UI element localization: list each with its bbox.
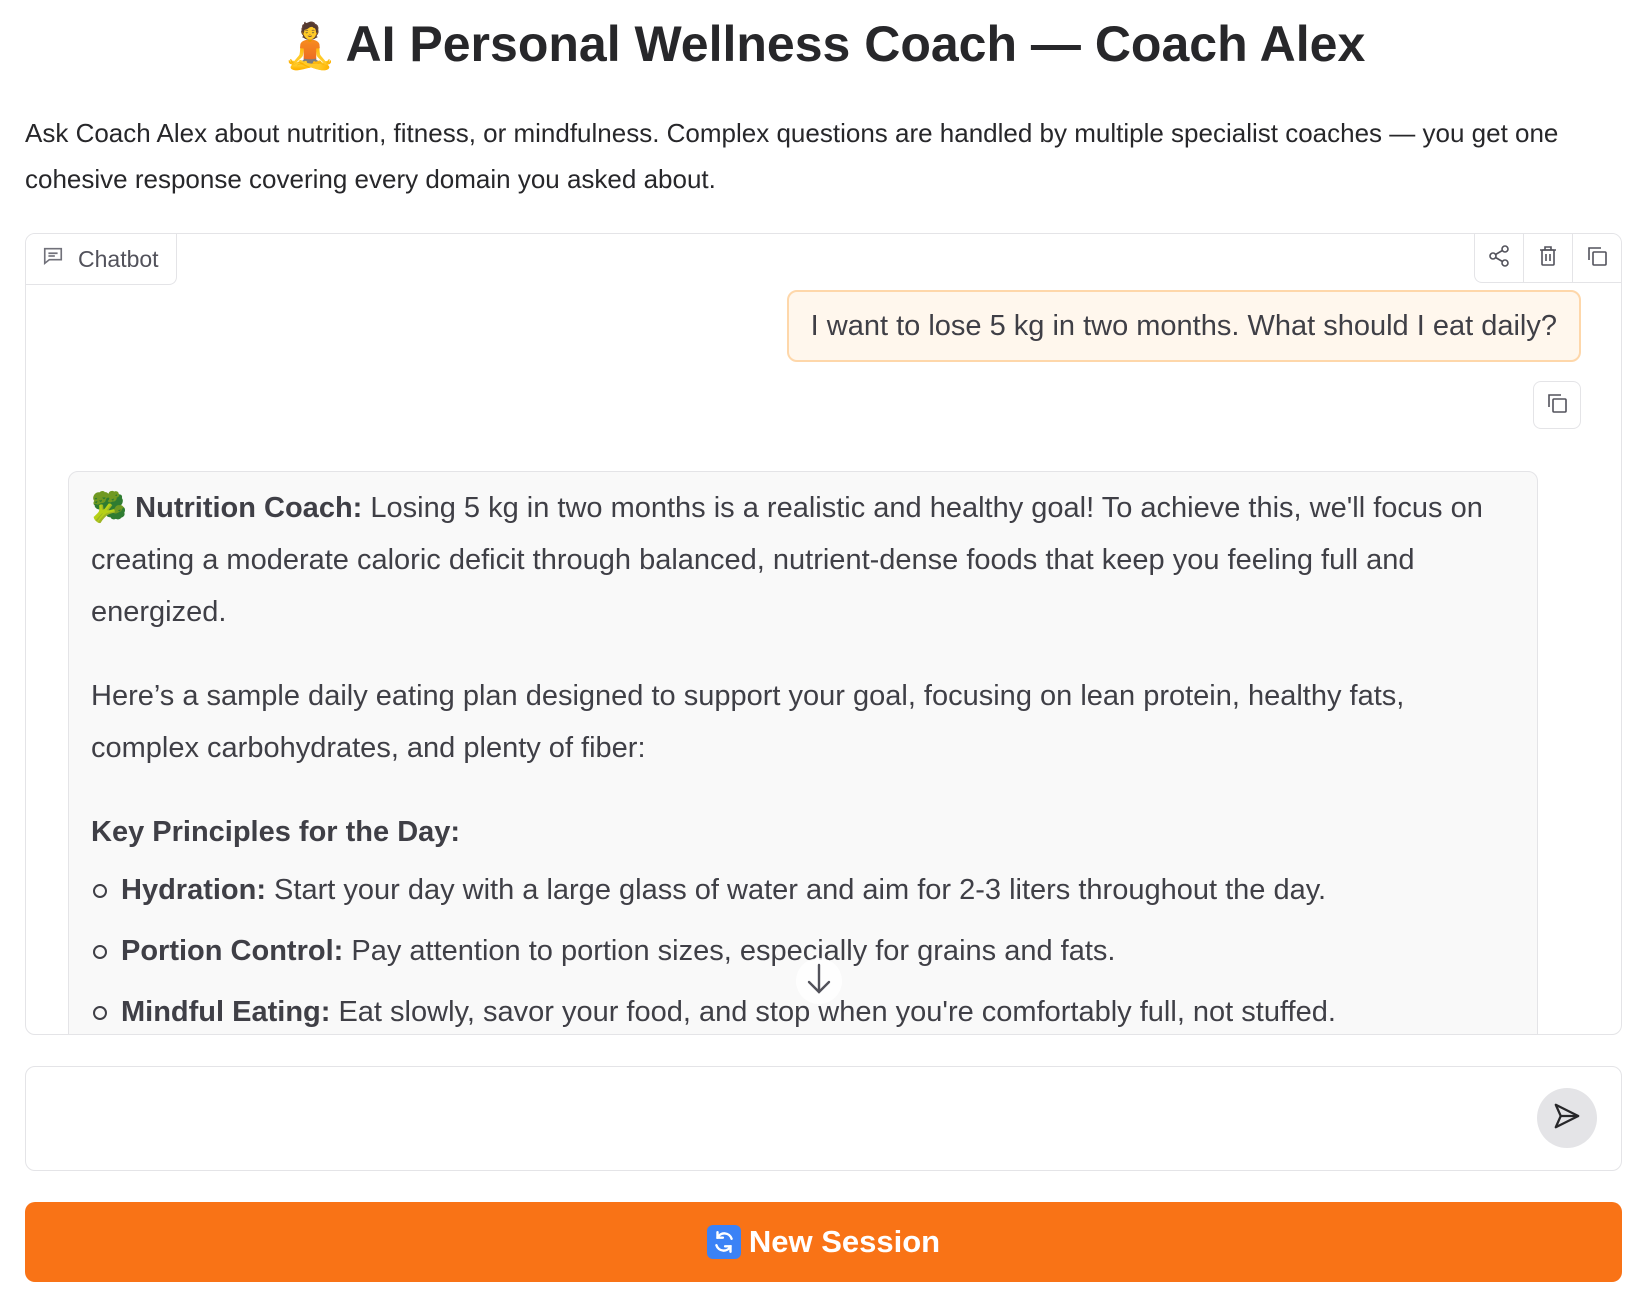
- share-button[interactable]: [1475, 234, 1524, 282]
- bot-message: 🥦 Nutrition Coach: Losing 5 kg in two mo…: [68, 471, 1538, 1034]
- bot-plan-intro: Here’s a sample daily eating plan design…: [91, 680, 1405, 764]
- arrow-down-icon: [804, 962, 834, 1001]
- principles-heading: Key Principles for the Day:: [91, 816, 461, 848]
- copy-all-button[interactable]: [1573, 234, 1621, 282]
- principle-text: Pay attention to portion sizes, especial…: [343, 935, 1116, 967]
- share-icon: [1487, 244, 1511, 273]
- chat-bubble-icon: [42, 245, 64, 273]
- chatbot-label-tab: Chatbot: [26, 234, 177, 285]
- principles-list: Hydration: Start your day with a large g…: [91, 864, 1515, 1034]
- copy-icon: [1545, 391, 1569, 420]
- principle-text: Start your day with a large glass of wat…: [266, 874, 1327, 906]
- list-item: Hydration: Start your day with a large g…: [91, 864, 1515, 916]
- principle-title: Portion Control:: [121, 935, 344, 967]
- message-input-box: [25, 1066, 1622, 1171]
- send-icon: [1552, 1101, 1582, 1136]
- page-title: 🧘 AI Personal Wellness Coach — Coach Alex: [0, 12, 1648, 79]
- bot-intro-paragraph: 🥦 Nutrition Coach: Losing 5 kg in two mo…: [91, 482, 1515, 638]
- principle-title: Mindful Eating:: [121, 996, 331, 1028]
- refresh-icon: [706, 1225, 741, 1259]
- clear-chat-button[interactable]: [1524, 234, 1573, 282]
- bot-speaker-name: Nutrition Coach:: [135, 492, 363, 524]
- new-session-label: New Session: [748, 1224, 941, 1259]
- chatbot-label-text: Chatbot: [78, 245, 159, 272]
- new-session-button[interactable]: New Session: [25, 1202, 1622, 1282]
- scroll-to-bottom-button[interactable]: [796, 958, 842, 1004]
- principle-title: Hydration:: [121, 874, 266, 906]
- trash-icon: [1536, 244, 1560, 273]
- user-message: I want to lose 5 kg in two months. What …: [786, 290, 1581, 362]
- page-description: Ask Coach Alex about nutrition, fitness,…: [25, 118, 1559, 194]
- copy-message-button[interactable]: [1533, 381, 1581, 429]
- broccoli-emoji-icon: 🥦: [91, 492, 128, 524]
- meditation-emoji-icon: 🧘: [282, 22, 338, 71]
- page-title-text: AI Personal Wellness Coach — Coach Alex: [345, 16, 1366, 72]
- message-input[interactable]: [46, 1087, 1530, 1151]
- chatbot-toolbar: [1474, 234, 1621, 283]
- wellness-coach-app: 🧘 AI Personal Wellness Coach — Coach Alex…: [0, 0, 1648, 1296]
- copy-icon: [1585, 244, 1609, 273]
- principle-text: Eat slowly, savor your food, and stop wh…: [330, 996, 1336, 1028]
- send-button[interactable]: [1537, 1088, 1597, 1148]
- chatbot-panel[interactable]: Chatbot I want to lose 5 kg in two month…: [25, 233, 1622, 1035]
